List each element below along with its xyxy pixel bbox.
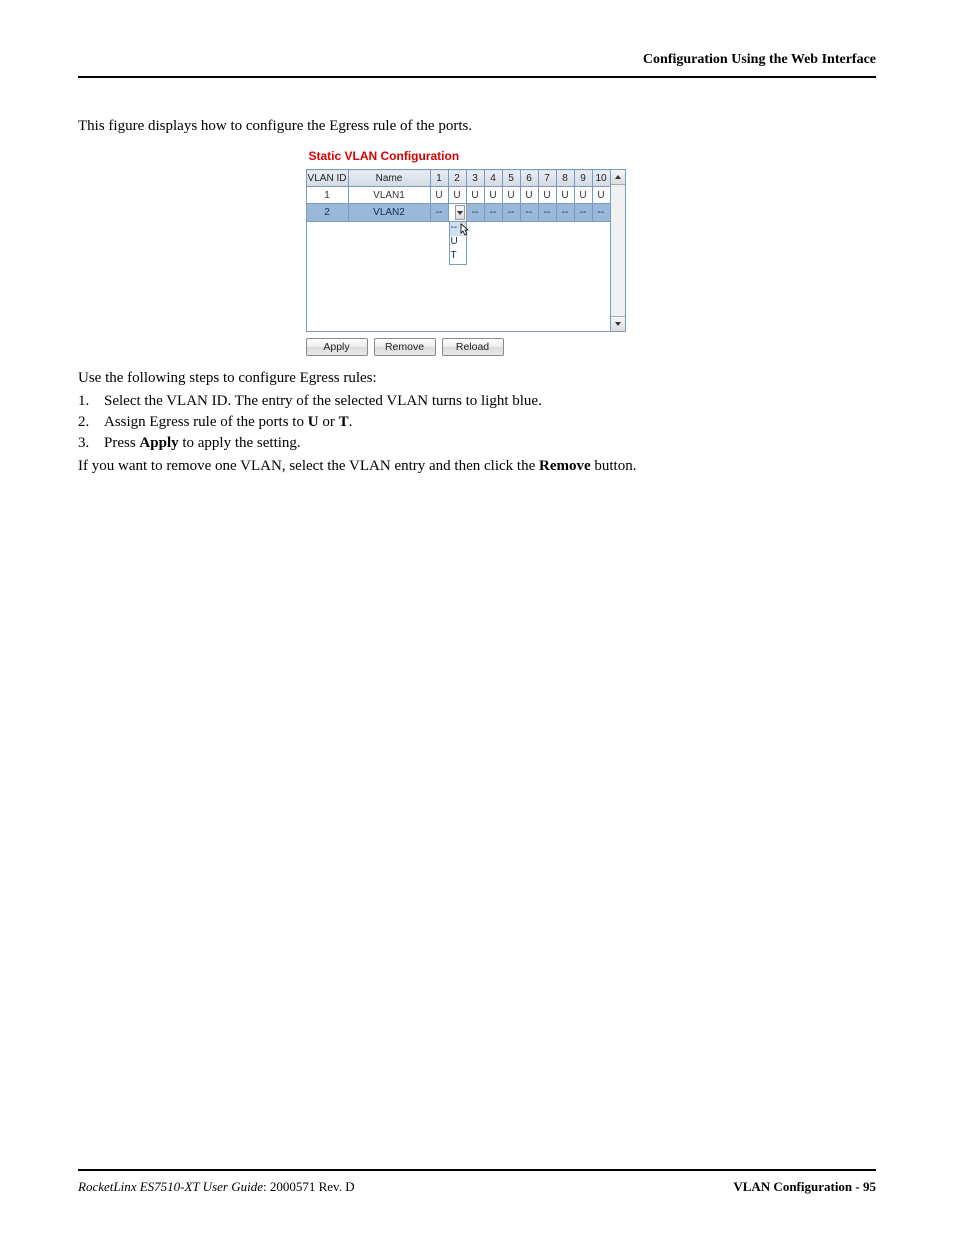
vertical-scrollbar[interactable]	[611, 169, 626, 332]
col-header-port-4: 4	[484, 170, 502, 187]
scroll-down-button[interactable]	[611, 316, 625, 331]
page-header: Configuration Using the Web Interface	[78, 52, 876, 78]
egress-select[interactable]	[449, 204, 466, 221]
port-cell[interactable]: U	[502, 187, 520, 204]
vlan-id-cell[interactable]: 2	[306, 204, 348, 222]
col-header-port-6: 6	[520, 170, 538, 187]
vlan-id-cell[interactable]: 1	[306, 187, 348, 204]
config-title: Static VLAN Configuration	[306, 149, 649, 163]
port-cell[interactable]: --	[430, 204, 448, 222]
port-cell[interactable]: --	[484, 204, 502, 222]
scroll-up-button[interactable]	[611, 170, 625, 185]
col-header-port-5: 5	[502, 170, 520, 187]
vlan-table: VLAN ID Name 1 2 3 4 5 6 7 8 9 10 1 VL	[306, 169, 611, 332]
port-cell[interactable]: --	[502, 204, 520, 222]
step-text: Select the VLAN ID. The entry of the sel…	[104, 393, 542, 410]
remove-note: If you want to remove one VLAN, select t…	[78, 458, 876, 475]
port-cell[interactable]: U	[520, 187, 538, 204]
footer-left: RocketLinx ES7510-XT User Guide: 2000571…	[78, 1179, 355, 1195]
port-cell[interactable]: --	[520, 204, 538, 222]
doc-rev: : 2000571 Rev. D	[263, 1179, 355, 1194]
col-header-port-9: 9	[574, 170, 592, 187]
page-section: VLAN Configuration - 95	[733, 1179, 876, 1194]
intro-text: This figure displays how to configure th…	[78, 118, 876, 135]
table-row[interactable]: 1 VLAN1 U U U U U U U U U U	[306, 187, 610, 204]
page-footer: RocketLinx ES7510-XT User Guide: 2000571…	[78, 1169, 876, 1195]
vlan-config-screenshot: Static VLAN Configuration VLAN ID Name 1…	[306, 149, 649, 356]
port-cell[interactable]: U	[448, 187, 466, 204]
list-item: 3. Press Apply to apply the setting.	[78, 435, 876, 452]
port-cell[interactable]: --	[574, 204, 592, 222]
table-with-scrollbar: VLAN ID Name 1 2 3 4 5 6 7 8 9 10 1 VL	[306, 169, 649, 332]
port-cell[interactable]: --	[556, 204, 574, 222]
col-header-id: VLAN ID	[306, 170, 348, 187]
port-cell[interactable]: --	[466, 204, 484, 222]
col-header-port-7: 7	[538, 170, 556, 187]
port-cell-dropdown[interactable]: -- U T	[448, 204, 466, 222]
table-header-row: VLAN ID Name 1 2 3 4 5 6 7 8 9 10	[306, 170, 610, 187]
port-cell[interactable]: U	[592, 187, 610, 204]
list-item: 1. Select the VLAN ID. The entry of the …	[78, 393, 876, 410]
list-item: 2. Assign Egress rule of the ports to U …	[78, 414, 876, 431]
step-text: Press Apply to apply the setting.	[104, 435, 301, 452]
dropdown-option[interactable]: --	[450, 222, 466, 236]
col-header-port-3: 3	[466, 170, 484, 187]
egress-dropdown-popup[interactable]: -- U T	[449, 221, 467, 265]
port-cell[interactable]: U	[484, 187, 502, 204]
table-row[interactable]: 2 VLAN2 -- --	[306, 204, 610, 222]
port-cell[interactable]: U	[556, 187, 574, 204]
port-cell[interactable]: U	[574, 187, 592, 204]
port-cell[interactable]: U	[538, 187, 556, 204]
scroll-track[interactable]	[611, 185, 625, 316]
vlan-name-cell: VLAN1	[348, 187, 430, 204]
port-cell[interactable]: --	[538, 204, 556, 222]
product-name: RocketLinx ES7510-XT User Guide	[78, 1179, 263, 1194]
port-cell[interactable]: U	[430, 187, 448, 204]
footer-right: VLAN Configuration - 95	[733, 1179, 876, 1195]
col-header-port-10: 10	[592, 170, 610, 187]
chevron-down-icon[interactable]	[455, 205, 465, 220]
cursor-icon	[460, 223, 470, 235]
port-cell[interactable]: U	[466, 187, 484, 204]
button-row: Apply Remove Reload	[306, 338, 649, 356]
col-header-port-8: 8	[556, 170, 574, 187]
vlan-name-cell: VLAN2	[348, 204, 430, 222]
step-text: Assign Egress rule of the ports to U or …	[104, 414, 352, 431]
dropdown-option[interactable]: T	[450, 250, 466, 264]
col-header-name: Name	[348, 170, 430, 187]
remove-button[interactable]: Remove	[374, 338, 436, 356]
steps-list: 1. Select the VLAN ID. The entry of the …	[78, 393, 876, 452]
apply-button[interactable]: Apply	[306, 338, 368, 356]
step-number: 3.	[78, 435, 104, 452]
dropdown-option[interactable]: U	[450, 236, 466, 250]
col-header-port-1: 1	[430, 170, 448, 187]
steps-intro: Use the following steps to configure Egr…	[78, 370, 876, 387]
header-title: Configuration Using the Web Interface	[643, 52, 876, 67]
reload-button[interactable]: Reload	[442, 338, 504, 356]
step-number: 1.	[78, 393, 104, 410]
col-header-port-2: 2	[448, 170, 466, 187]
step-number: 2.	[78, 414, 104, 431]
port-cell[interactable]: --	[592, 204, 610, 222]
